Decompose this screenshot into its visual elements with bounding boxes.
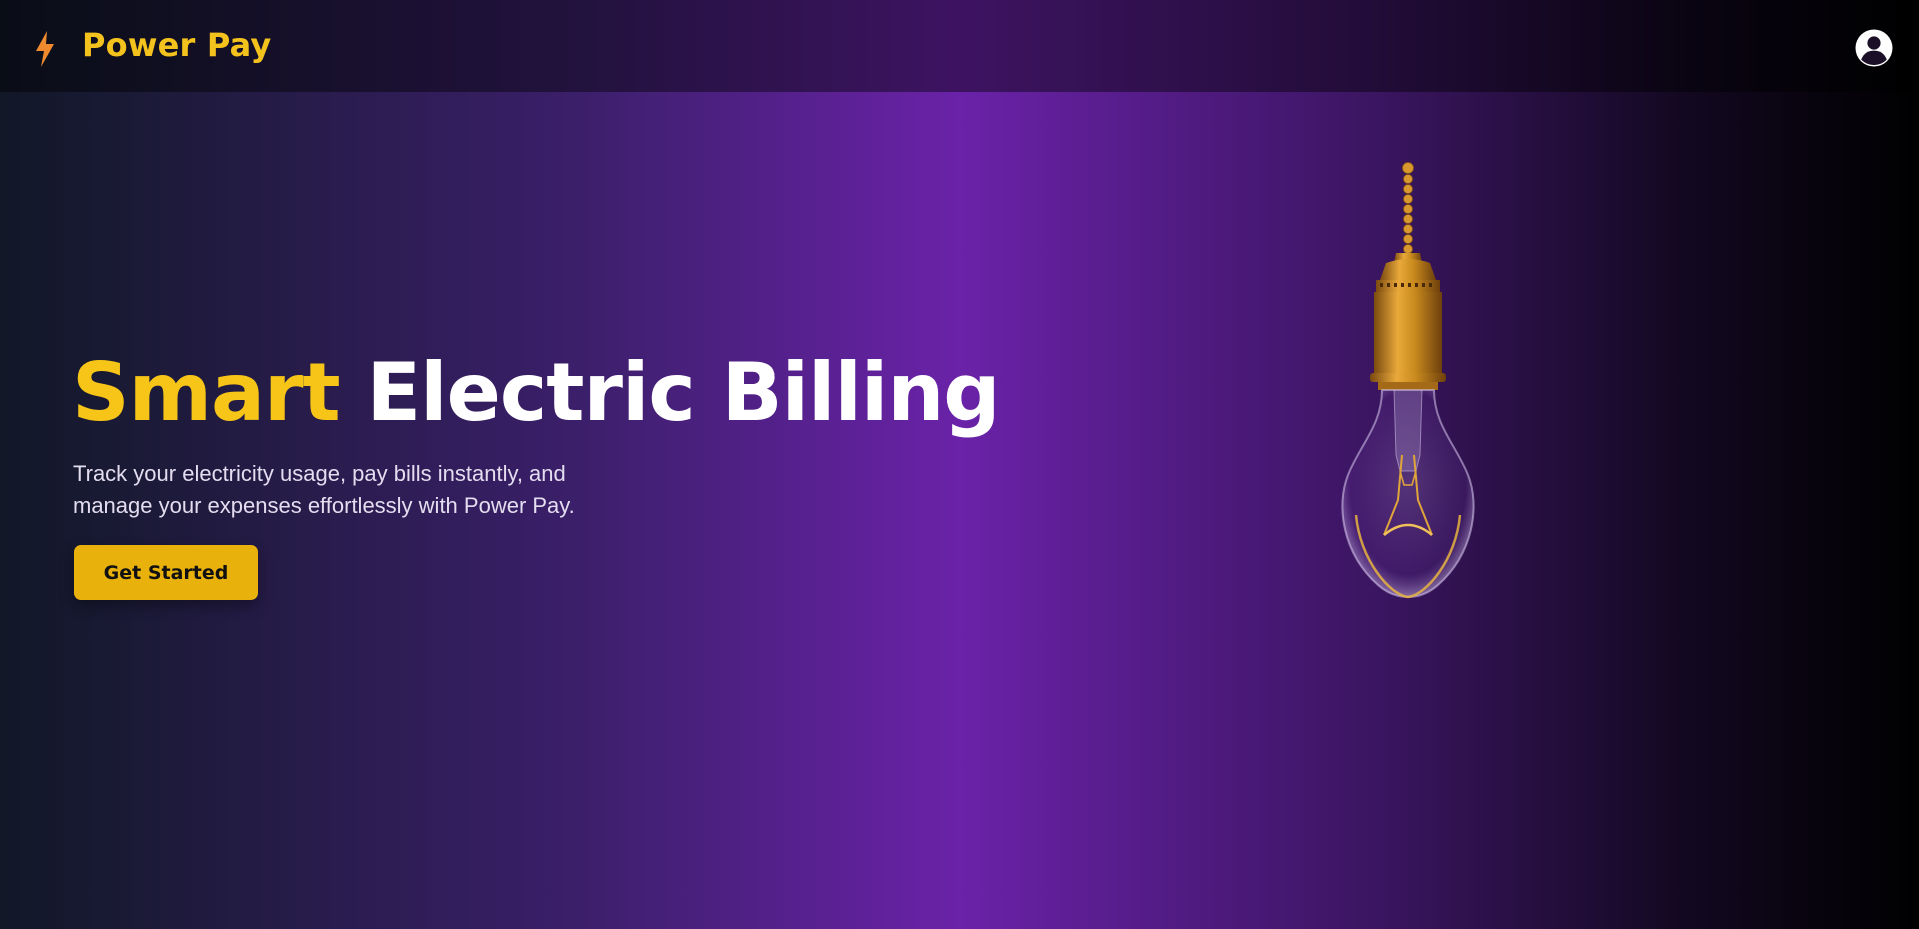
hero-title: Smart Electric Billing: [72, 345, 1001, 441]
user-circle-icon[interactable]: [1854, 28, 1894, 68]
get-started-button[interactable]: Get Started: [74, 545, 258, 600]
hero-title-rest: Electric Billing: [366, 346, 1001, 439]
brand-name[interactable]: Power Pay: [82, 26, 272, 64]
hero-subtitle-line2: manage your expenses effortlessly with P…: [73, 493, 575, 518]
hero-subtitle: Track your electricity usage, pay bills …: [73, 458, 633, 522]
hero-subtitle-line1: Track your electricity usage, pay bills …: [73, 461, 566, 486]
hanging-light-bulb-icon: [1341, 162, 1475, 599]
lightning-bolt-icon: [36, 31, 54, 67]
top-navbar: Power Pay: [0, 0, 1919, 92]
hero-title-accent: Smart: [72, 346, 341, 439]
